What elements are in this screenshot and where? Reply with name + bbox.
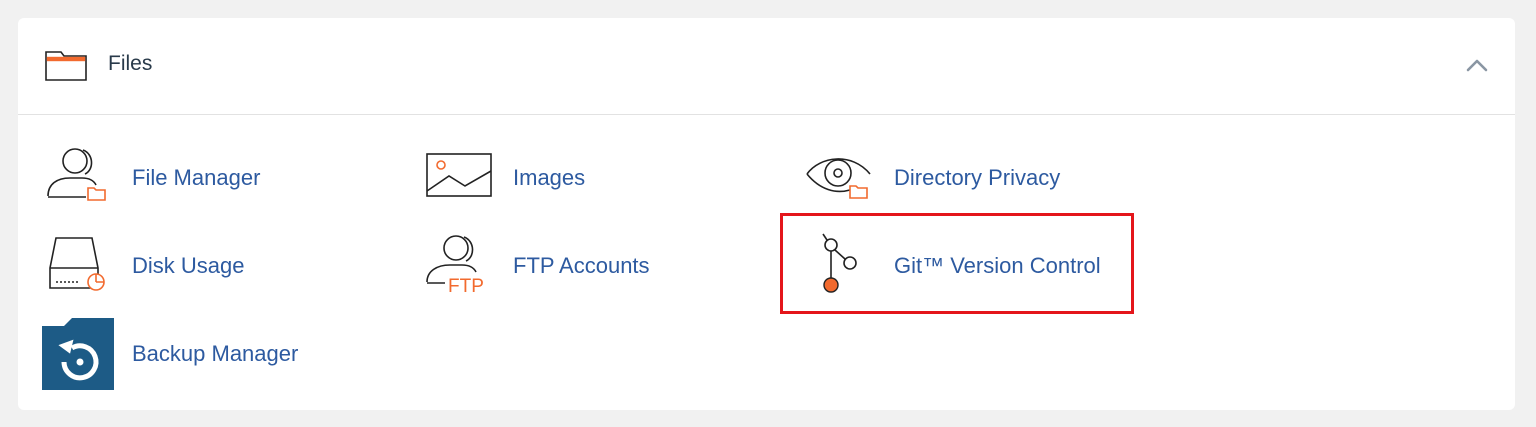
panel-header[interactable]: Files <box>18 18 1515 115</box>
panel-title: Files <box>108 52 153 75</box>
git-version-control-link[interactable]: Git™ Version Control <box>804 226 1124 306</box>
git-version-control-label[interactable]: Git™ Version Control <box>894 253 1101 279</box>
eye-folder-icon <box>804 138 874 223</box>
disk-usage-icon <box>42 226 112 311</box>
file-manager-icon <box>42 138 112 223</box>
file-manager-link[interactable]: File Manager <box>42 138 342 218</box>
images-link[interactable]: Images <box>423 138 723 218</box>
backup-restore-icon <box>42 314 116 395</box>
ftp-icon-text: FTP <box>448 276 484 297</box>
image-icon <box>423 138 493 223</box>
ftp-accounts-label[interactable]: FTP Accounts <box>513 253 650 279</box>
images-label[interactable]: Images <box>513 165 585 191</box>
file-manager-label[interactable]: File Manager <box>132 165 260 191</box>
directory-privacy-label[interactable]: Directory Privacy <box>894 165 1060 191</box>
chevron-up-icon[interactable] <box>1466 58 1488 77</box>
ftp-accounts-link[interactable]: FTP FTP Accounts <box>423 226 723 306</box>
ftp-user-icon: FTP <box>423 226 495 311</box>
backup-manager-link[interactable]: Backup Manager <box>42 314 342 394</box>
directory-privacy-link[interactable]: Directory Privacy <box>804 138 1124 218</box>
disk-usage-link[interactable]: Disk Usage <box>42 226 342 306</box>
backup-manager-label[interactable]: Backup Manager <box>132 341 298 367</box>
folder-icon <box>44 50 88 87</box>
git-branch-icon <box>804 226 874 311</box>
disk-usage-label[interactable]: Disk Usage <box>132 253 244 279</box>
